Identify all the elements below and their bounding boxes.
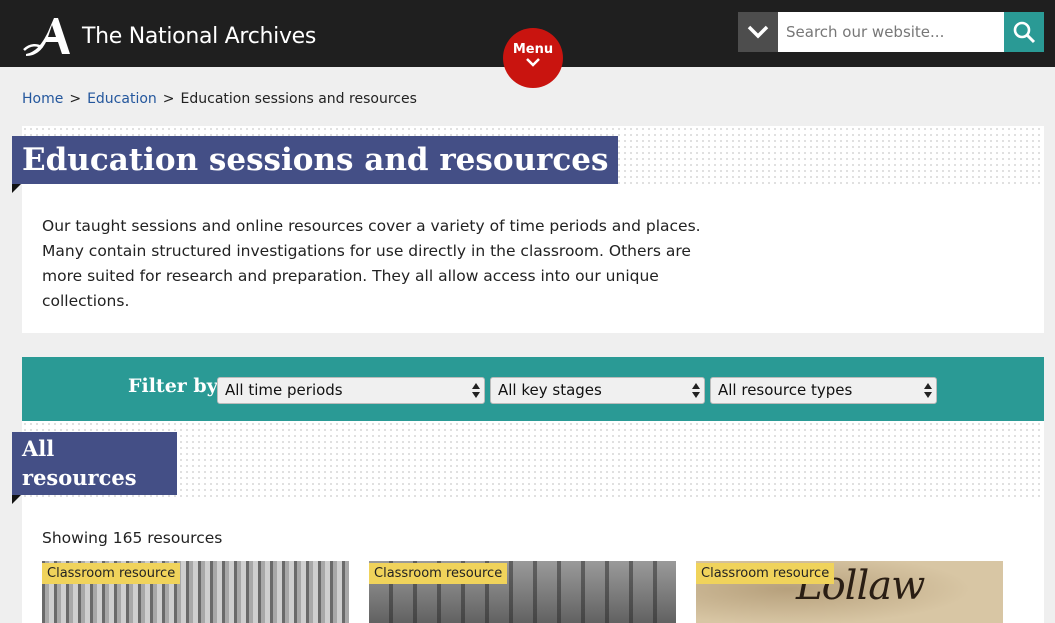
search-button[interactable] — [1004, 12, 1044, 52]
resource-type-badge: Classroom resource — [42, 563, 181, 584]
search-scope-toggle[interactable] — [738, 12, 778, 52]
search-bar — [738, 12, 1044, 52]
page-title: Education sessions and resources — [12, 136, 619, 193]
breadcrumb-separator: > — [69, 91, 82, 107]
chevron-down-icon — [747, 25, 769, 39]
search-input[interactable] — [778, 12, 1004, 52]
menu-button[interactable]: Menu — [503, 28, 563, 88]
breadcrumb-separator: > — [162, 91, 175, 107]
search-icon — [1013, 21, 1036, 44]
time-period-select[interactable]: All time periods — [217, 377, 485, 404]
resource-type-select[interactable]: All resource types — [710, 377, 937, 404]
archives-logo-icon — [23, 18, 70, 56]
resource-type-badge: Classroom resource — [369, 563, 508, 584]
select-arrows-icon — [692, 383, 700, 398]
chevron-down-icon — [526, 58, 540, 67]
site-logo[interactable]: The National Archives — [22, 14, 316, 58]
site-name: The National Archives — [82, 23, 317, 49]
filter-label: Filter by — [128, 375, 218, 397]
menu-label: Menu — [512, 42, 554, 57]
intro-text: Our taught sessions and online resources… — [42, 217, 701, 310]
breadcrumb: Home > Education > Education sessions an… — [22, 91, 417, 107]
select-arrows-icon — [924, 383, 932, 398]
select-arrows-icon — [472, 383, 480, 398]
resource-card[interactable]: Classroom resource — [42, 561, 349, 623]
resource-type-badge: Classroom resource — [696, 563, 835, 584]
resource-card[interactable]: Lollaw Classroom resource — [696, 561, 1003, 623]
breadcrumb-current: Education sessions and resources — [180, 91, 417, 107]
results-heading: All resources — [12, 432, 177, 504]
breadcrumb-education[interactable]: Education — [87, 91, 157, 107]
resource-card[interactable]: Classroom resource — [369, 561, 676, 623]
results-count: Showing 165 resources — [42, 529, 223, 547]
key-stage-select[interactable]: All key stages — [490, 377, 705, 404]
breadcrumb-home[interactable]: Home — [22, 91, 63, 107]
filter-bar: Filter by All time periods All key stage… — [22, 357, 1044, 421]
